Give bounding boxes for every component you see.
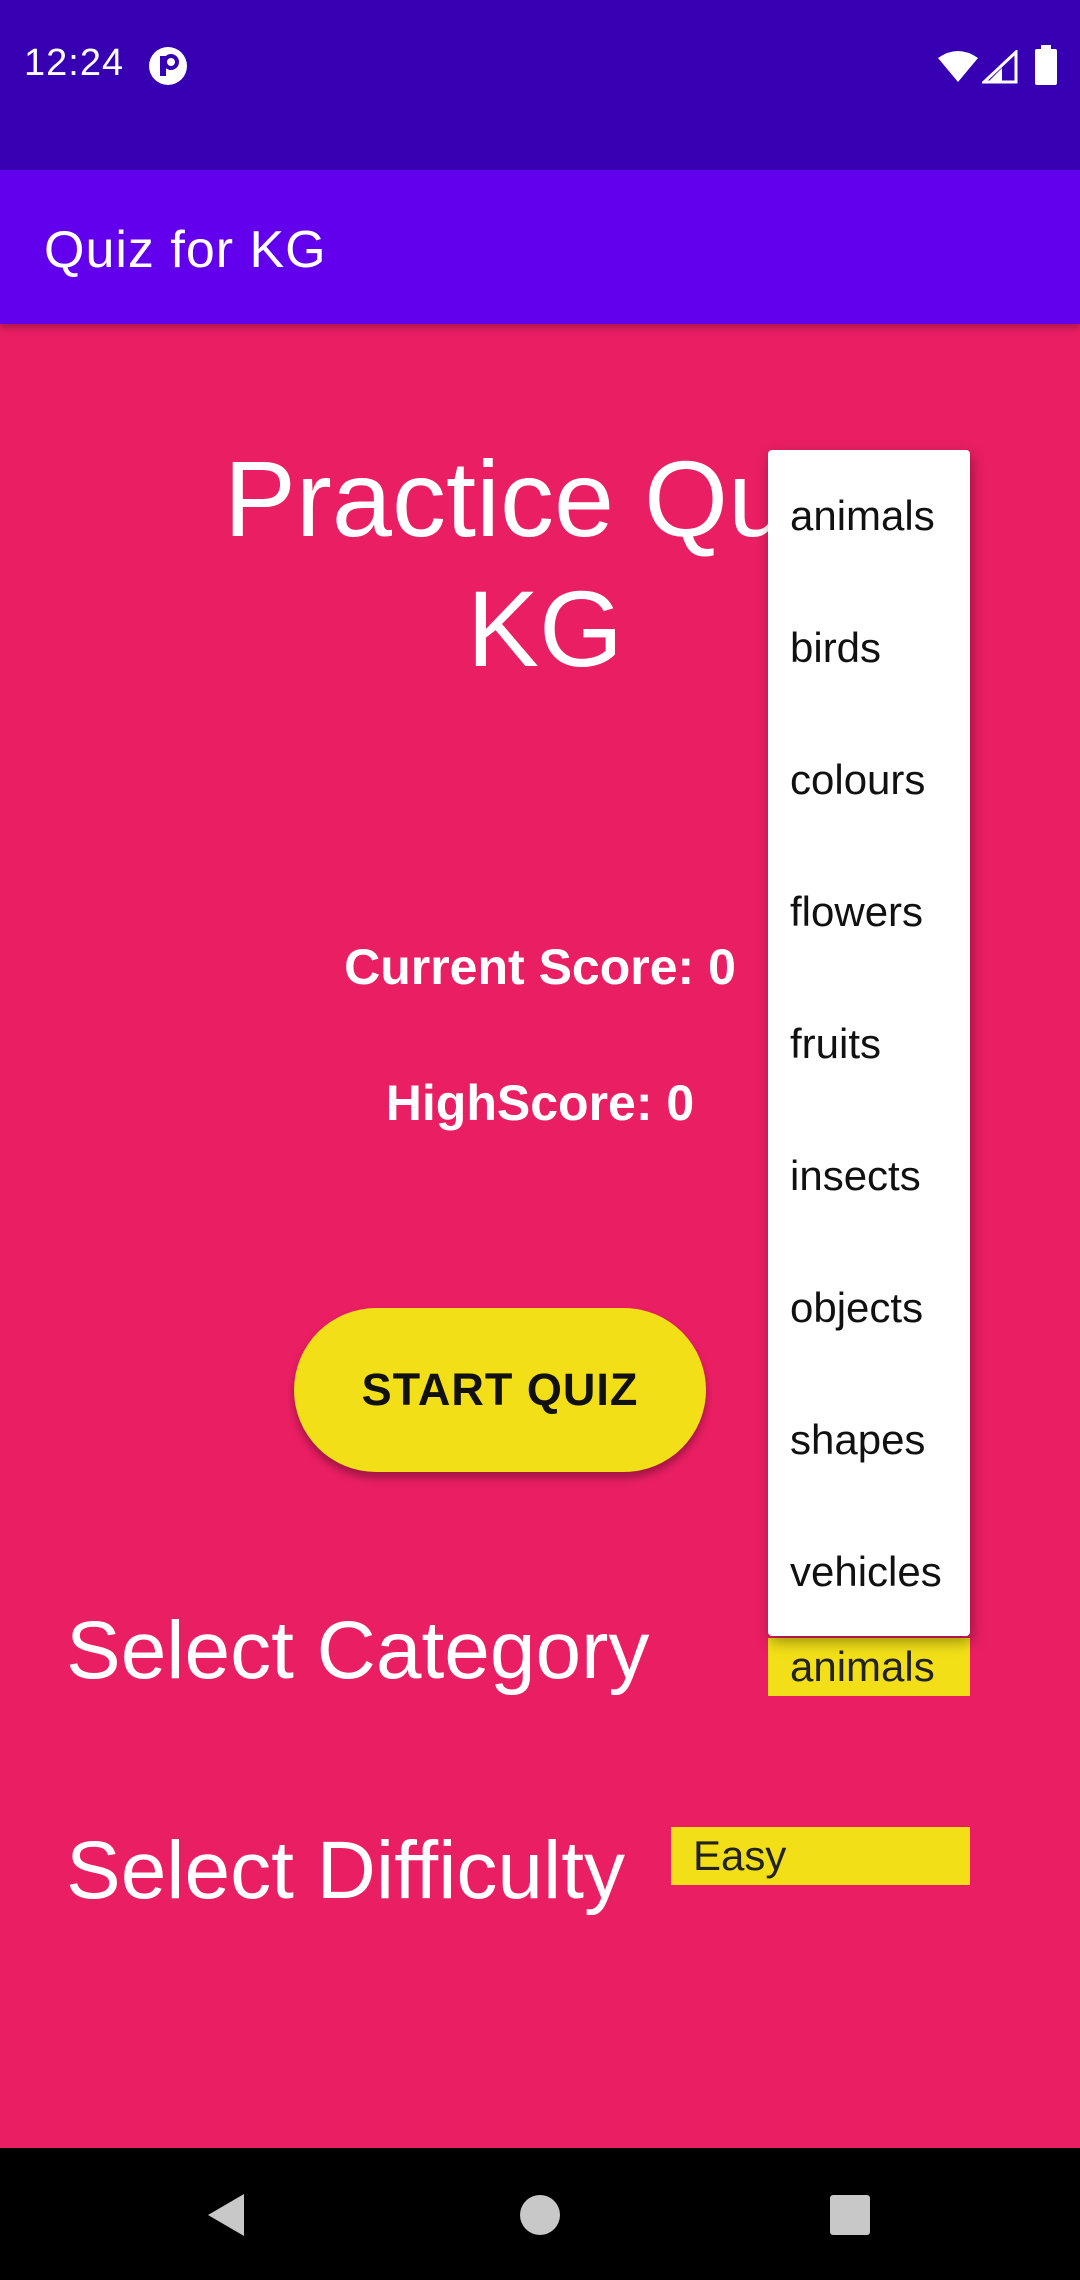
start-quiz-button[interactable]: START QUIZ [294, 1308, 706, 1472]
dropdown-item-flowers[interactable]: flowers [768, 846, 970, 978]
home-icon[interactable] [519, 2194, 561, 2236]
cell-signal-icon [982, 50, 1018, 84]
back-icon[interactable] [206, 2192, 246, 2238]
dropdown-item-colours[interactable]: colours [768, 714, 970, 846]
category-dropdown-menu: animals birds colours flowers fruits ins… [768, 450, 970, 1636]
recents-icon[interactable] [830, 2195, 870, 2235]
battery-icon [1035, 45, 1057, 85]
dropdown-item-shapes[interactable]: shapes [768, 1374, 970, 1506]
dropdown-item-fruits[interactable]: fruits [768, 978, 970, 1110]
category-label: Select Category [66, 1605, 650, 1696]
wifi-icon [938, 51, 978, 82]
dropdown-item-insects[interactable]: insects [768, 1110, 970, 1242]
app-title: Quiz for KG [44, 221, 327, 279]
dropdown-item-vehicles[interactable]: vehicles [768, 1506, 970, 1636]
status-bar: 12:24 [0, 0, 1080, 170]
app-bar: Quiz for KG [0, 170, 1080, 324]
difficulty-label: Select Difficulty [66, 1825, 626, 1916]
dropdown-item-birds[interactable]: birds [768, 582, 970, 714]
difficulty-spinner[interactable]: Easy [671, 1827, 970, 1885]
dropdown-item-objects[interactable]: objects [768, 1242, 970, 1374]
app-notification-icon [149, 47, 187, 85]
navigation-bar [0, 2148, 1080, 2280]
category-spinner[interactable]: animals [768, 1638, 970, 1696]
status-time: 12:24 [24, 42, 125, 84]
dropdown-item-animals[interactable]: animals [768, 450, 970, 582]
